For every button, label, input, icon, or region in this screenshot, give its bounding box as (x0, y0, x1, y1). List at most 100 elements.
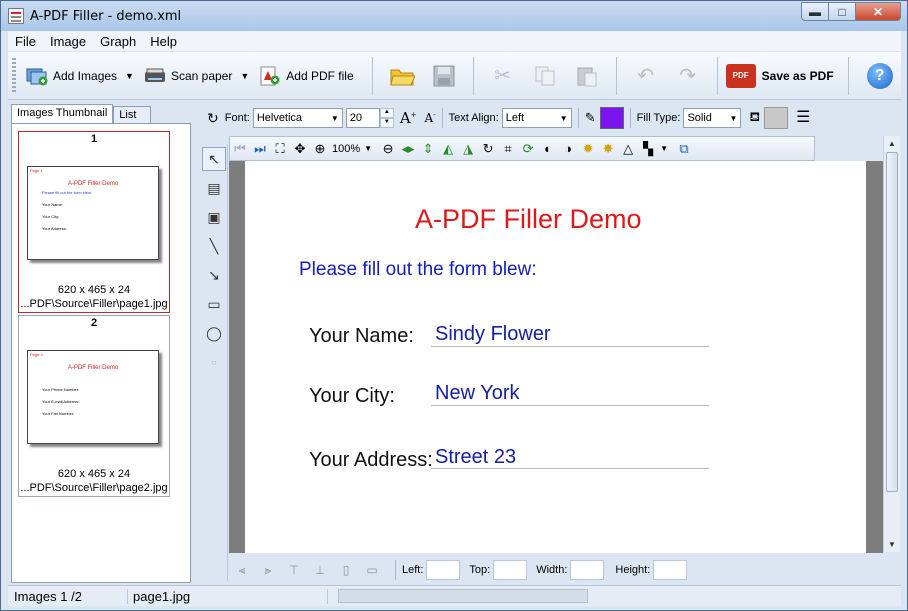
add-images-icon (26, 66, 48, 86)
zoom-out-icon[interactable]: ⊖ (378, 141, 398, 157)
arrow-tool-icon[interactable]: ↘ (202, 263, 226, 287)
previous-page-icon[interactable]: ⏮ (230, 141, 250, 157)
center-vertical-icon[interactable]: ▯ (333, 563, 359, 577)
redo-icon[interactable]: ↷ (673, 61, 703, 91)
maximize-button[interactable]: □ (828, 2, 855, 21)
field-value-address[interactable]: Street 23 (435, 446, 516, 469)
align-top-icon[interactable]: ⊤ (281, 563, 307, 577)
line-width-icon[interactable]: ☰ (796, 110, 810, 126)
brightness-down-icon[interactable]: ✸ (598, 141, 618, 157)
flip-vertical-icon[interactable]: ⇕ (418, 141, 438, 157)
add-pdf-button[interactable]: Add PDF file (259, 66, 354, 86)
menu-image[interactable]: Image (43, 34, 93, 49)
chevron-down-icon: ▼ (559, 113, 568, 123)
field-underline (431, 468, 709, 469)
align-bottom-icon[interactable]: ⊥ (307, 563, 333, 577)
minimize-button[interactable]: ▬ (801, 2, 828, 21)
text-align-select[interactable]: Left ▼ (501, 108, 572, 128)
scan-paper-button[interactable]: Scan paper ▼ (144, 66, 249, 86)
paste-icon[interactable] (572, 61, 602, 91)
thumbnail-item[interactable]: 2 Page 2 A-PDF Filler Demo Your Phone Nu… (18, 315, 170, 497)
menu-file[interactable]: File (8, 34, 43, 49)
chevron-down-icon[interactable]: ▼ (125, 71, 134, 81)
sharpen-icon[interactable]: △ (618, 141, 638, 157)
ellipse-tool-icon[interactable]: ◯ (202, 321, 226, 345)
fill-color-swatch[interactable] (764, 107, 789, 129)
rotate-free-icon[interactable]: ↻ (478, 141, 498, 157)
field-value-name[interactable]: Sindy Flower (435, 323, 551, 346)
chevron-down-icon[interactable]: ▼ (660, 144, 668, 153)
rotate-icon[interactable]: ↻ (207, 110, 219, 127)
top-input[interactable] (493, 560, 528, 580)
toolbar-separator (371, 56, 373, 95)
scroll-up-icon[interactable]: ▲ (888, 139, 896, 148)
fill-type-select[interactable]: Solid ▼ (683, 108, 742, 128)
rotate-left-icon[interactable]: ◭ (438, 141, 458, 157)
add-pdf-icon (259, 66, 281, 86)
field-label-name: Your Name: (309, 325, 414, 347)
left-input[interactable] (426, 560, 461, 580)
fit-width-icon[interactable]: ✥ (290, 141, 310, 157)
align-right-icon[interactable]: ⫸ (255, 563, 281, 578)
height-input[interactable] (653, 560, 688, 580)
tab-list[interactable]: List (113, 106, 152, 123)
flip-horizontal-icon[interactable]: ◂▸ (398, 141, 418, 157)
drawing-tools: ↖ ▤ ▣ ╲ ↘ ▭ ◯ ▫ (200, 144, 228, 581)
spin-up-icon[interactable]: ▲ (379, 108, 394, 118)
open-folder-icon[interactable] (387, 61, 417, 91)
width-input[interactable] (570, 560, 605, 580)
line-tool-icon[interactable]: ╲ (202, 234, 226, 258)
vertical-scrollbar[interactable]: ▲ ▼ (883, 136, 900, 552)
add-images-button[interactable]: Add Images ▼ (26, 66, 134, 86)
fill-bucket-icon[interactable]: ⛾ (749, 109, 760, 127)
font-select[interactable]: Helvetica ▼ (252, 108, 343, 128)
save-as-pdf-button[interactable]: PDF Save as PDF (725, 63, 834, 88)
spin-down-icon[interactable]: ▼ (379, 118, 394, 128)
zoom-level[interactable]: 100% (332, 143, 360, 155)
rectangle-tool-icon[interactable]: ▭ (202, 292, 226, 316)
thumbnail-mini-line: Your City: (42, 214, 60, 219)
undo-icon[interactable]: ↶ (631, 61, 661, 91)
zoom-in-icon[interactable]: ⊕ (310, 141, 330, 157)
refresh-image-icon[interactable]: ⟳ (518, 141, 538, 157)
image-tool-icon[interactable]: ▣ (202, 205, 226, 229)
text-box-icon[interactable]: ▤ (202, 176, 226, 200)
scroll-down-icon[interactable]: ▼ (888, 540, 896, 549)
invert-icon[interactable]: ◑ (558, 141, 578, 156)
document-canvas[interactable]: A-PDF Filler Demo Please fill out the fo… (229, 161, 883, 553)
fit-page-icon[interactable]: ⛶ (270, 141, 290, 157)
pen-color-icon[interactable]: ✎ (585, 110, 596, 126)
help-icon[interactable]: ? (866, 62, 893, 89)
menu-graph[interactable]: Graph (93, 34, 143, 49)
font-size-input[interactable]: 20 (345, 108, 380, 128)
settings-image-icon[interactable]: ⧉ (674, 141, 694, 157)
center-horizontal-icon[interactable]: ▭ (359, 563, 385, 577)
contrast-icon[interactable]: ◐ (538, 141, 558, 156)
field-value-city[interactable]: New York (435, 382, 520, 405)
increase-font-icon[interactable]: A+ (400, 109, 417, 127)
rotate-right-icon[interactable]: ◮ (458, 141, 478, 157)
next-page-icon[interactable]: ⏭ (250, 141, 270, 157)
color-mode-icon[interactable]: ▚ (638, 141, 658, 157)
tab-images-thumbnail[interactable]: Images Thumbnail (11, 104, 114, 123)
text-color-swatch[interactable] (599, 107, 624, 129)
font-label: Font: (224, 112, 250, 124)
cut-icon[interactable]: ✂ (488, 61, 518, 91)
close-button[interactable]: ✕ (855, 2, 901, 21)
copy-icon[interactable] (530, 61, 560, 91)
decrease-font-icon[interactable]: A- (425, 111, 436, 125)
add-pdf-label: Add PDF file (286, 68, 354, 83)
select-pointer-icon[interactable]: ↖ (202, 147, 226, 171)
align-left-icon[interactable]: ⫷ (229, 563, 255, 578)
save-disk-icon[interactable] (429, 61, 459, 91)
pdf-icon: PDF (725, 63, 756, 88)
chevron-down-icon[interactable]: ▼ (364, 144, 372, 153)
thumbnail-item[interactable]: 1 Page 1 A-PDF Filler Demo Please fill o… (18, 131, 170, 313)
scrollbar-thumb[interactable] (886, 152, 898, 492)
crop-icon[interactable]: ⌗ (498, 141, 518, 157)
menu-help[interactable]: Help (143, 34, 184, 49)
font-size-stepper[interactable]: ▲ ▼ (379, 108, 394, 128)
brightness-up-icon[interactable]: ✹ (578, 141, 598, 157)
chevron-down-icon[interactable]: ▼ (240, 71, 249, 81)
eraser-tool-icon[interactable]: ▫ (202, 350, 226, 374)
